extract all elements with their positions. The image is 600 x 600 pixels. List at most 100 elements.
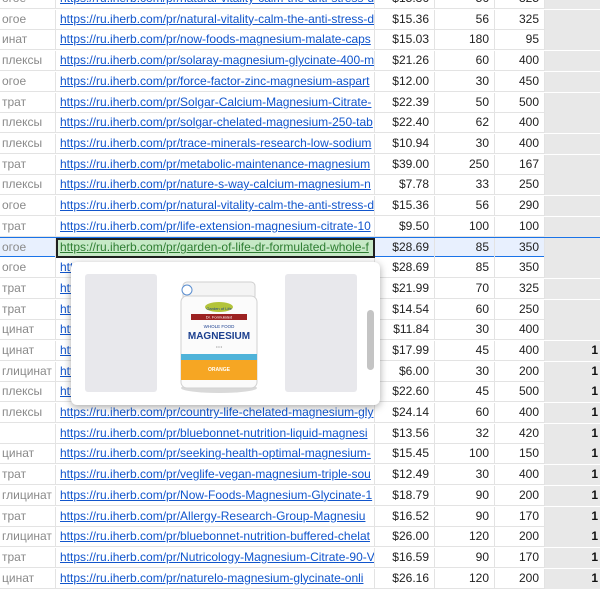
url-link-cell[interactable]: https://ru.iherb.com/pr/natural-vitality…	[56, 196, 375, 216]
table-row[interactable]: глицинат https://ru.iherb.com/pr/Now-Food…	[0, 485, 600, 506]
url-link-cell[interactable]: https://ru.iherb.com/pr/bluebonnet-nutri…	[56, 527, 375, 548]
url-link-cell[interactable]: https://ru.iherb.com/pr/metabolic-mainte…	[56, 154, 375, 175]
dosage-cell[interactable]: 200	[495, 361, 545, 382]
shaded-cell[interactable]	[545, 216, 600, 237]
table-row[interactable]: плексы https://ru.iherb.com/pr/country-li…	[0, 403, 600, 423]
dosage-cell[interactable]: 400	[495, 465, 545, 486]
price-cell[interactable]: $21.99	[375, 278, 435, 299]
url-link-cell[interactable]: https://ru.iherb.com/pr/natural-vitality…	[56, 9, 375, 30]
quantity-cell[interactable]: 30	[435, 465, 495, 486]
url-link-cell[interactable]: https://ru.iherb.com/pr/Nutricology-Magn…	[56, 547, 375, 568]
table-row[interactable]: огое https://ru.iherb.com/pr/force-factor…	[0, 71, 600, 92]
price-cell[interactable]: $16.52	[375, 506, 435, 527]
shaded-cell[interactable]	[545, 113, 600, 134]
url-link-cell[interactable]: https://ru.iherb.com/pr/Solgar-Calcium-M…	[56, 92, 375, 113]
url-link-cell[interactable]: https://ru.iherb.com/pr/solgar-chelated-…	[56, 113, 375, 134]
dosage-cell[interactable]: 325	[495, 9, 545, 30]
price-cell[interactable]: $12.49	[375, 465, 435, 486]
shaded-cell[interactable]	[545, 71, 600, 92]
price-cell[interactable]: $22.60	[375, 382, 435, 403]
dosage-cell[interactable]: 500	[495, 92, 545, 113]
table-row[interactable]: цинат https://ru.iherb.com/pr/seeking-hea…	[0, 444, 600, 465]
shaded-cell[interactable]: 1	[545, 465, 600, 486]
price-cell[interactable]: $22.39	[375, 92, 435, 113]
price-cell[interactable]: $28.69	[375, 238, 435, 259]
dosage-cell[interactable]: 150	[495, 444, 545, 465]
quantity-cell[interactable]: 30	[435, 361, 495, 382]
dosage-cell[interactable]: 200	[495, 568, 545, 589]
price-cell[interactable]: $13.56	[375, 423, 435, 444]
dosage-cell[interactable]: 325	[495, 0, 545, 9]
quantity-cell[interactable]: 85	[435, 258, 495, 279]
dosage-cell[interactable]: 95	[495, 30, 545, 51]
url-link-cell[interactable]: https://ru.iherb.com/pr/now-foods-magnes…	[56, 30, 375, 51]
dosage-cell[interactable]: 400	[495, 51, 545, 72]
table-row[interactable]: трат https://ru.iherb.com/pr/Allergy-Rese…	[0, 506, 600, 527]
price-cell[interactable]: $17.99	[375, 340, 435, 361]
quantity-cell[interactable]: 120	[435, 527, 495, 548]
shaded-cell[interactable]	[545, 175, 600, 196]
quantity-cell[interactable]: 100	[435, 216, 495, 237]
dosage-cell[interactable]: 167	[495, 154, 545, 175]
url-link-cell[interactable]: https://ru.iherb.com/pr/natural-vitality…	[56, 0, 375, 9]
price-cell[interactable]: $12.00	[375, 71, 435, 92]
dosage-cell[interactable]: 200	[495, 485, 545, 506]
quantity-cell[interactable]: 30	[435, 320, 495, 341]
dosage-cell[interactable]: 400	[495, 113, 545, 134]
table-row[interactable]: трат https://ru.iherb.com/pr/life-extensi…	[0, 216, 600, 237]
table-row[interactable]: плексы https://ru.iherb.com/pr/nature-s-w…	[0, 175, 600, 196]
quantity-cell[interactable]: 250	[435, 154, 495, 175]
url-link-cell[interactable]: https://ru.iherb.com/pr/garden-of-life-d…	[56, 238, 375, 259]
table-row[interactable]: плексы https://ru.iherb.com/pr/trace-mine…	[0, 133, 600, 154]
shaded-cell[interactable]	[545, 0, 600, 9]
quantity-cell[interactable]: 60	[435, 51, 495, 72]
quantity-cell[interactable]: 45	[435, 382, 495, 403]
quantity-cell[interactable]: 45	[435, 340, 495, 361]
url-link-cell[interactable]: https://ru.iherb.com/pr/Now-Foods-Magnes…	[56, 485, 375, 506]
quantity-cell[interactable]: 60	[435, 299, 495, 320]
url-link-cell[interactable]: https://ru.iherb.com/pr/life-extension-m…	[56, 216, 375, 237]
shaded-cell[interactable]	[545, 238, 600, 259]
preview-scrollbar[interactable]	[367, 310, 374, 370]
dosage-cell[interactable]: 420	[495, 423, 545, 444]
dosage-cell[interactable]: 325	[495, 278, 545, 299]
quantity-cell[interactable]: 180	[435, 30, 495, 51]
dosage-cell[interactable]: 450	[495, 71, 545, 92]
shaded-cell[interactable]: 1	[545, 340, 600, 361]
url-link-cell[interactable]: https://ru.iherb.com/pr/country-life-che…	[56, 403, 375, 423]
table-row[interactable]: трат https://ru.iherb.com/pr/Solgar-Calci…	[0, 92, 600, 113]
table-row[interactable]: инат https://ru.iherb.com/pr/now-foods-ma…	[0, 30, 600, 51]
dosage-cell[interactable]: 170	[495, 506, 545, 527]
dosage-cell[interactable]: 500	[495, 382, 545, 403]
dosage-cell[interactable]: 350	[495, 238, 545, 259]
price-cell[interactable]: $9.50	[375, 216, 435, 237]
quantity-cell[interactable]: 56	[435, 196, 495, 216]
price-cell[interactable]: $15.03	[375, 30, 435, 51]
price-cell[interactable]: $26.16	[375, 568, 435, 589]
dosage-cell[interactable]: 290	[495, 196, 545, 216]
quantity-cell[interactable]: 56	[435, 0, 495, 9]
dosage-cell[interactable]: 400	[495, 133, 545, 154]
shaded-cell[interactable]: 1	[545, 485, 600, 506]
quantity-cell[interactable]: 90	[435, 485, 495, 506]
table-row[interactable]: трат https://ru.iherb.com/pr/metabolic-ma…	[0, 154, 600, 175]
url-link-cell[interactable]: https://ru.iherb.com/pr/nature-s-way-cal…	[56, 175, 375, 196]
url-link-cell[interactable]: https://ru.iherb.com/pr/Allergy-Research…	[56, 506, 375, 527]
shaded-cell[interactable]	[545, 196, 600, 216]
quantity-cell[interactable]: 70	[435, 278, 495, 299]
shaded-cell[interactable]: 1	[545, 506, 600, 527]
table-row[interactable]: огоеhttps://ru.iherb.com/pr/natural-vita…	[0, 0, 600, 9]
quantity-cell[interactable]: 30	[435, 71, 495, 92]
url-link-cell[interactable]: https://ru.iherb.com/pr/bluebonnet-nutri…	[56, 423, 375, 444]
quantity-cell[interactable]: 56	[435, 9, 495, 30]
table-row[interactable]: цинат https://ru.iherb.com/pr/naturelo-ma…	[0, 568, 600, 589]
price-cell[interactable]: $15.36	[375, 0, 435, 9]
price-cell[interactable]: $6.00	[375, 361, 435, 382]
dosage-cell[interactable]: 100	[495, 216, 545, 237]
price-cell[interactable]: $22.40	[375, 113, 435, 134]
shaded-cell[interactable]	[545, 92, 600, 113]
quantity-cell[interactable]: 62	[435, 113, 495, 134]
shaded-cell[interactable]: 1	[545, 403, 600, 423]
shaded-cell[interactable]: 1	[545, 527, 600, 548]
url-link-cell[interactable]: https://ru.iherb.com/pr/trace-minerals-r…	[56, 133, 375, 154]
